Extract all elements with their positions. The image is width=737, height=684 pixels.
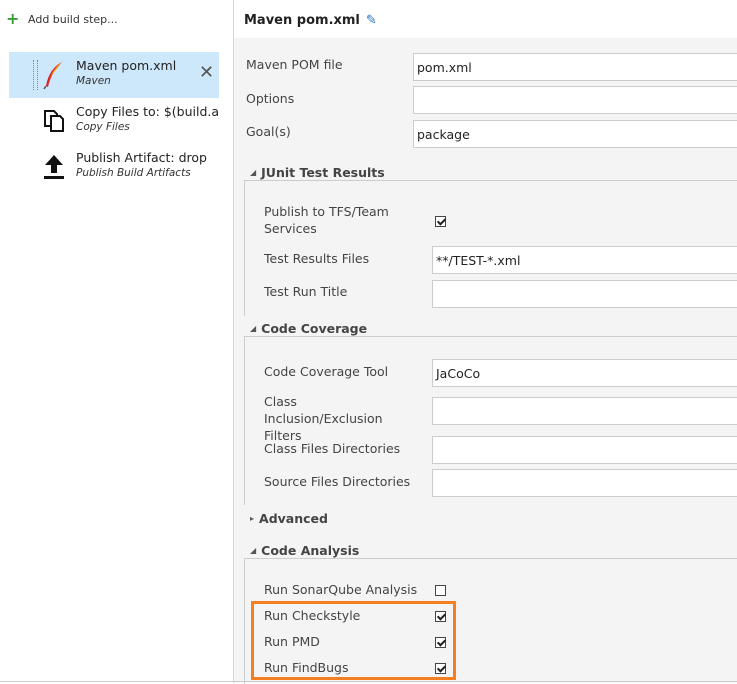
test-results-files-input[interactable]: **/TEST-*.xml [432, 246, 737, 274]
editor-title: Maven pom.xml ✎ [244, 13, 377, 28]
step-title: Publish Artifact: drop [76, 150, 207, 165]
highlight-box [251, 601, 456, 680]
advanced-section-title: Advanced [259, 511, 328, 526]
edit-pencil-icon[interactable]: ✎ [366, 13, 377, 28]
step-subtitle: Maven [76, 75, 111, 87]
step-subtitle: Copy Files [76, 121, 130, 133]
add-build-step-label: Add build step... [28, 12, 118, 26]
coverage-tool-select[interactable]: JaCoCo [432, 359, 737, 387]
analysis-section-title: Code Analysis [261, 543, 360, 558]
pom-file-input[interactable]: pom.xml [413, 53, 737, 81]
test-run-title-label: Test Run Title [264, 284, 348, 299]
junit-section-header[interactable]: ◢ JUnit Test Results [250, 165, 391, 180]
options-input[interactable] [413, 86, 737, 114]
publish-tfs-checkbox[interactable] [435, 216, 446, 227]
goals-input[interactable]: package [413, 120, 737, 148]
add-build-step-button[interactable]: + Add build step... [6, 10, 118, 28]
collapse-triangle-icon: ◢ [250, 168, 257, 177]
sonarqube-label: Run SonarQube Analysis [264, 582, 418, 597]
class-files-dirs-input[interactable] [432, 436, 737, 464]
junit-section-title: JUnit Test Results [261, 165, 385, 180]
coverage-tool-label: Code Coverage Tool [264, 364, 389, 379]
drag-handle-icon[interactable] [33, 60, 38, 90]
test-results-files-label: Test Results Files [264, 251, 370, 266]
bottom-border [0, 681, 737, 682]
options-label: Options [246, 91, 295, 106]
class-files-dirs-label: Class Files Directories [264, 441, 401, 456]
build-step-publish-artifact[interactable]: Publish Artifact: drop Publish Build Art… [9, 144, 219, 190]
source-files-dirs-input[interactable] [432, 469, 737, 497]
analysis-section-header[interactable]: ◢ Code Analysis [250, 543, 366, 558]
build-step-copy-files[interactable]: Copy Files to: $(build.a Copy Files [9, 98, 219, 144]
class-filters-input[interactable] [432, 397, 737, 425]
coverage-section-header[interactable]: ◢ Code Coverage [250, 321, 374, 336]
copy-files-icon [41, 106, 67, 136]
step-title: Maven pom.xml [76, 58, 177, 73]
maven-feather-icon [41, 60, 67, 90]
test-run-title-input[interactable] [432, 280, 737, 308]
upload-arrow-icon [41, 152, 67, 182]
collapse-triangle-icon: ◢ [250, 324, 257, 333]
step-editor-panel: Maven pom.xml ✎ Maven POM file pom.xml O… [234, 0, 737, 684]
class-filters-label: Class Inclusion/Exclusion Filters [264, 394, 383, 443]
remove-step-close-icon[interactable]: ✕ [199, 62, 214, 83]
step-subtitle: Publish Build Artifacts [76, 167, 191, 179]
expand-triangle-icon: ▸ [250, 514, 255, 523]
collapse-triangle-icon: ◢ [250, 546, 257, 555]
step-title: Copy Files to: $(build.a [76, 104, 219, 119]
publish-tfs-label: Publish to TFS/Team Services [264, 204, 389, 236]
goals-label: Goal(s) [246, 124, 291, 139]
pom-file-label: Maven POM file [246, 57, 343, 72]
build-steps-panel: + Add build step... Maven pom.xml Maven … [0, 0, 228, 683]
coverage-section-title: Code Coverage [261, 321, 368, 336]
editor-title-text: Maven pom.xml [244, 13, 360, 28]
plus-icon: + [6, 9, 20, 28]
build-step-maven[interactable]: Maven pom.xml Maven ✕ [9, 52, 219, 98]
advanced-section-header[interactable]: ▸ Advanced [250, 511, 334, 526]
sonarqube-checkbox[interactable] [435, 585, 446, 596]
source-files-dirs-label: Source Files Directories [264, 474, 411, 489]
